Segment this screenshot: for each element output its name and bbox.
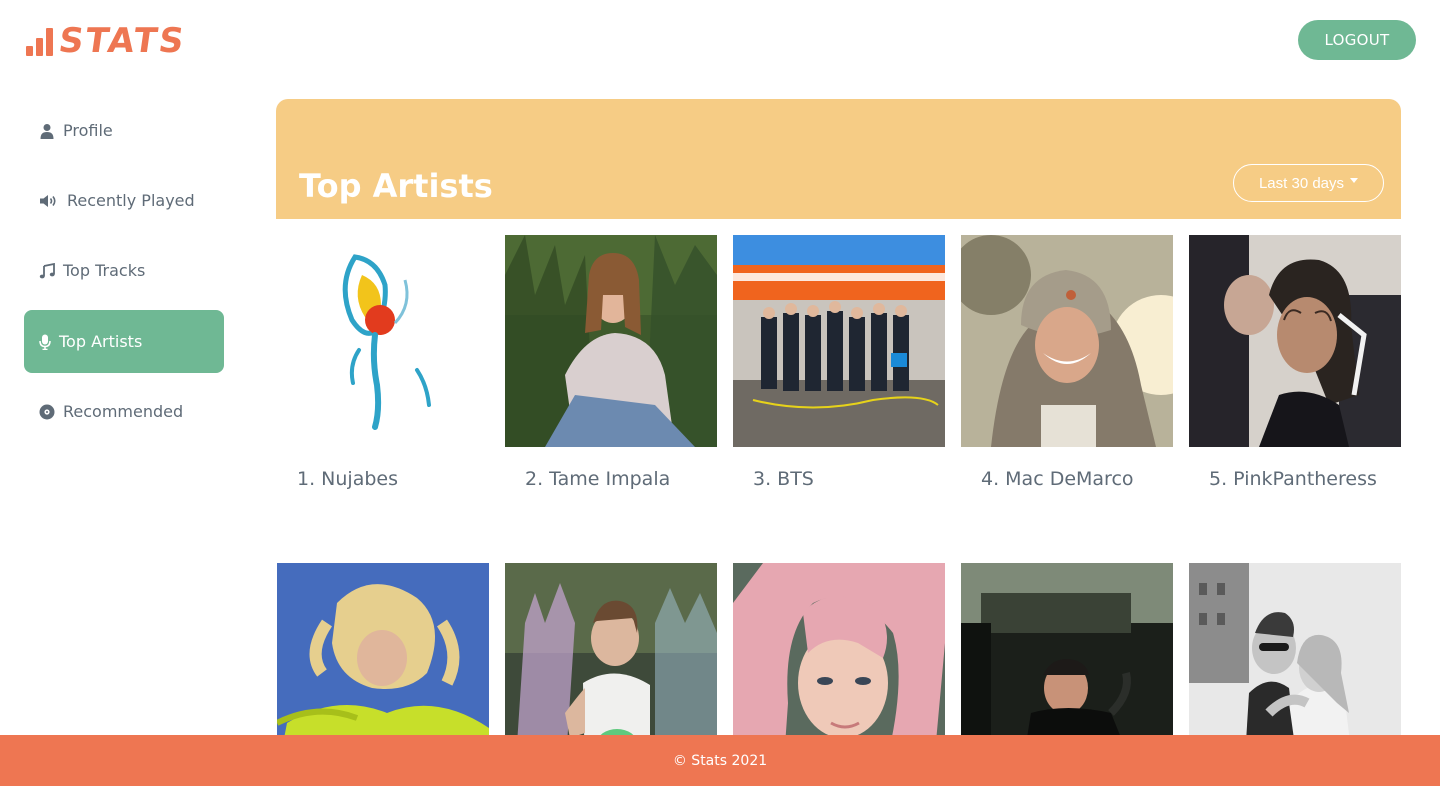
artist-name[interactable]: 5. PinkPantheress [1189, 467, 1401, 491]
artist-name[interactable]: 1. Nujabes [277, 467, 489, 491]
artist-card[interactable]: 3. BTS [733, 235, 945, 491]
artist-card[interactable]: 1. Nujabes [277, 235, 489, 491]
user-icon [39, 123, 55, 139]
sidebar-item-label: Recently Played [67, 191, 195, 210]
artist-image [277, 235, 489, 447]
sidebar-item-label: Top Artists [59, 332, 143, 351]
footer: © Stats 2021 [0, 735, 1440, 786]
artist-name[interactable]: 4. Mac DeMarco [961, 467, 1173, 491]
logout-button[interactable]: LOGOUT [1298, 20, 1416, 60]
sidebar-item-recently-played[interactable]: Recently Played [24, 169, 224, 232]
sidebar-item-recommended[interactable]: Recommended [24, 380, 224, 443]
stats-logo[interactable]: STATS [26, 21, 222, 61]
logo-text: STATS [56, 21, 189, 61]
sidebar-item-label: Profile [63, 121, 113, 140]
top-artists-banner: Top Artists Last 30 days [276, 99, 1401, 219]
logo-bars-icon [26, 26, 53, 56]
artist-card[interactable]: 4. Mac DeMarco [961, 235, 1173, 491]
sidebar-item-top-artists[interactable]: Top Artists [24, 310, 224, 373]
time-range-label: Last 30 days [1258, 174, 1345, 192]
copyright-text: © Stats 2021 [672, 752, 768, 769]
sidebar-item-profile[interactable]: Profile [24, 99, 224, 162]
music-note-icon [39, 262, 55, 279]
artist-card[interactable]: 5. PinkPantheress [1189, 235, 1401, 491]
artist-name[interactable]: 3. BTS [733, 467, 945, 491]
artist-image [1189, 235, 1401, 447]
speaker-icon [39, 193, 59, 209]
sidebar-item-label: Recommended [63, 402, 184, 421]
microphone-icon [39, 334, 51, 350]
sidebar-item-label: Top Tracks [63, 261, 146, 280]
artist-image [505, 235, 717, 447]
time-range-dropdown[interactable]: Last 30 days [1233, 164, 1384, 202]
sidebar-item-top-tracks[interactable]: Top Tracks [24, 239, 224, 302]
disc-icon [39, 404, 55, 420]
artist-image [961, 235, 1173, 447]
artist-image [733, 235, 945, 447]
page-title: Top Artists [299, 167, 493, 205]
artist-name[interactable]: 2. Tame Impala [505, 467, 717, 491]
caret-down-icon [1350, 177, 1359, 183]
artist-card[interactable]: 2. Tame Impala [505, 235, 717, 491]
